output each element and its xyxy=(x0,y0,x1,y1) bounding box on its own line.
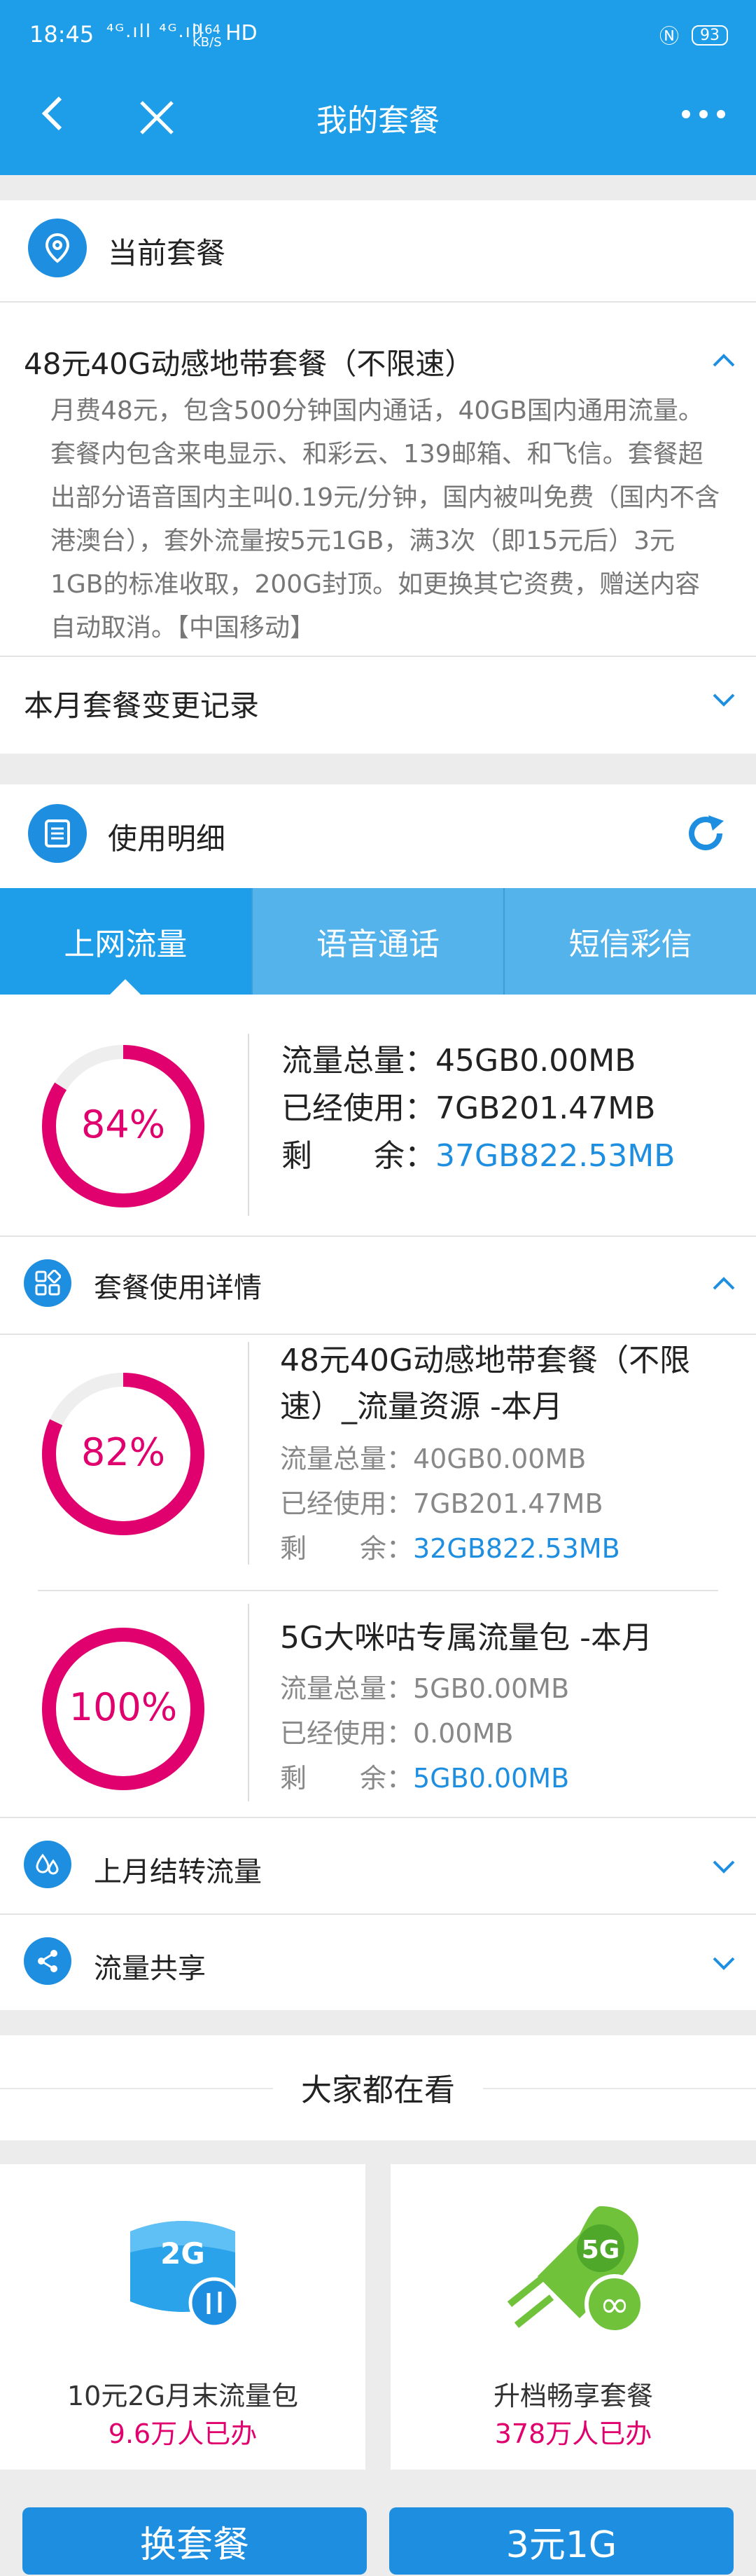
divider xyxy=(0,656,756,657)
divider xyxy=(38,1590,718,1591)
share-label[interactable]: 流量共享 xyxy=(94,1946,206,1986)
remain-value: 37GB822.53MB xyxy=(435,1138,676,1174)
recommend-title: 大家都在看 xyxy=(273,2065,483,2110)
plan-name: 48元40G动感地带套餐（不限速） xyxy=(24,347,475,381)
page-title: 我的套餐 xyxy=(316,103,440,139)
detail-percent: 82% xyxy=(81,1430,165,1474)
change-plan-button[interactable]: 换套餐 xyxy=(22,2507,367,2575)
promo-card-upgrade[interactable]: 5G ∞ 升档畅享套餐 378万人已办 xyxy=(391,2164,756,2470)
chevron-down-icon[interactable] xyxy=(710,1853,738,1881)
used-value: 7GB201.47MB xyxy=(435,1090,656,1126)
usage-tabs: 上网流量 语音通话 短信彩信 xyxy=(0,888,756,995)
divider xyxy=(248,1034,249,1216)
detail-used: 已经使用：7GB201.47MB xyxy=(280,1488,603,1519)
chevron-down-icon[interactable] xyxy=(710,1950,738,1978)
status-speed: 0.64 KB/S xyxy=(192,22,222,50)
nfc-icon: Ⓝ xyxy=(659,25,679,48)
detail-name: 48元40G动感地带套餐（不限速）_流量资源 -本月 xyxy=(280,1343,691,1425)
usage-ring: 84% xyxy=(42,1045,204,1207)
more-icon[interactable] xyxy=(679,104,728,125)
divider xyxy=(0,1913,756,1915)
remain-label: 剩 余： xyxy=(281,1138,435,1174)
drops-icon xyxy=(24,1841,71,1888)
divider xyxy=(248,1604,249,1801)
divider xyxy=(0,1334,756,1335)
status-signal: ⁴ᴳ.ıll ⁴ᴳ.ıll xyxy=(106,21,205,42)
divider xyxy=(0,1235,756,1237)
current-plan-title: 当前套餐 xyxy=(108,236,226,270)
detail-used: 已经使用：0.00MB xyxy=(280,1718,514,1749)
detail-remain-label: 剩 余： xyxy=(280,1763,414,1794)
chevron-up-icon[interactable] xyxy=(710,346,738,374)
used-row: 已经使用：7GB201.47MB xyxy=(281,1083,655,1128)
divider xyxy=(0,1817,756,1818)
divider xyxy=(0,301,756,303)
total-label: 流量总量： xyxy=(281,1043,435,1079)
buy-data-button[interactable]: 3元1G xyxy=(389,2507,734,2575)
total-value: 45GB0.00MB xyxy=(435,1043,636,1079)
promo-count: 378万人已办 xyxy=(494,2418,652,2449)
remain-row: 剩 余：37GB822.53MB xyxy=(281,1130,675,1175)
share-icon xyxy=(24,1937,71,1985)
status-time: 18:45 xyxy=(29,21,94,48)
top-bar: 18:45 ⁴ᴳ.ıll ⁴ᴳ.ıll 0.64 KB/S HD Ⓝ 93 我的… xyxy=(0,0,756,175)
chevron-up-icon[interactable] xyxy=(710,1269,738,1297)
upgrade-badge: 5G xyxy=(582,2236,620,2264)
refresh-icon[interactable] xyxy=(683,811,728,856)
plan-description: 月费48元，包含500分钟国内通话，40GB国内通用流量。套餐内包含来电显示、和… xyxy=(50,396,720,642)
status-hd: HD xyxy=(225,21,258,46)
battery-level: 93 xyxy=(692,25,728,46)
detail-remain-row: 剩 余：32GB822.53MB xyxy=(280,1527,620,1565)
detail-remain-label: 剩 余： xyxy=(280,1533,414,1564)
data-pack-badge: 2G xyxy=(160,2236,205,2271)
divider xyxy=(248,1342,249,1565)
plan-change-record[interactable]: 本月套餐变更记录 xyxy=(24,682,259,725)
tab-voice[interactable]: 语音通话 xyxy=(252,888,505,995)
tab-sms[interactable]: 短信彩信 xyxy=(505,888,756,995)
promo-card-data-pack[interactable]: 2G 10元2G月末流量包 9.6万人已办 xyxy=(0,2164,365,2470)
chevron-down-icon[interactable] xyxy=(710,686,738,714)
detail-total: 流量总量：5GB0.00MB xyxy=(280,1673,570,1704)
detail-ring: 82% xyxy=(42,1373,204,1535)
carryover-label[interactable]: 上月结转流量 xyxy=(94,1849,262,1890)
promo-title: 升档畅享套餐 xyxy=(493,2381,653,2411)
used-label: 已经使用： xyxy=(281,1090,435,1126)
data-pack-icon: 2G xyxy=(130,2221,240,2329)
detail-title: 套餐使用详情 xyxy=(94,1272,262,1304)
promo-count: 9.6万人已办 xyxy=(108,2418,258,2449)
detail-name: 5G大咪咕专属流量包 -本月 xyxy=(280,1620,652,1656)
list-icon xyxy=(28,804,87,863)
svg-text:∞: ∞ xyxy=(599,2284,629,2326)
detail-ring: 100% xyxy=(42,1628,204,1790)
detail-percent: 100% xyxy=(69,1685,177,1729)
usage-title: 使用明细 xyxy=(108,822,226,856)
detail-remain-value: 32GB822.53MB xyxy=(413,1533,620,1564)
total-row: 流量总量：45GB0.00MB xyxy=(281,1035,636,1080)
detail-total: 流量总量：40GB0.00MB xyxy=(280,1443,587,1474)
apps-icon xyxy=(24,1259,71,1307)
usage-percent: 84% xyxy=(81,1102,165,1147)
detail-remain-value: 5GB0.00MB xyxy=(413,1763,570,1794)
status-right: Ⓝ 93 xyxy=(659,21,728,49)
tab-data[interactable]: 上网流量 xyxy=(0,888,253,995)
location-icon xyxy=(28,219,87,277)
detail-remain-row: 剩 余：5GB0.00MB xyxy=(280,1757,569,1795)
promo-title: 10元2G月末流量包 xyxy=(67,2381,298,2411)
rocket-5g-icon: 5G ∞ xyxy=(507,2206,645,2334)
